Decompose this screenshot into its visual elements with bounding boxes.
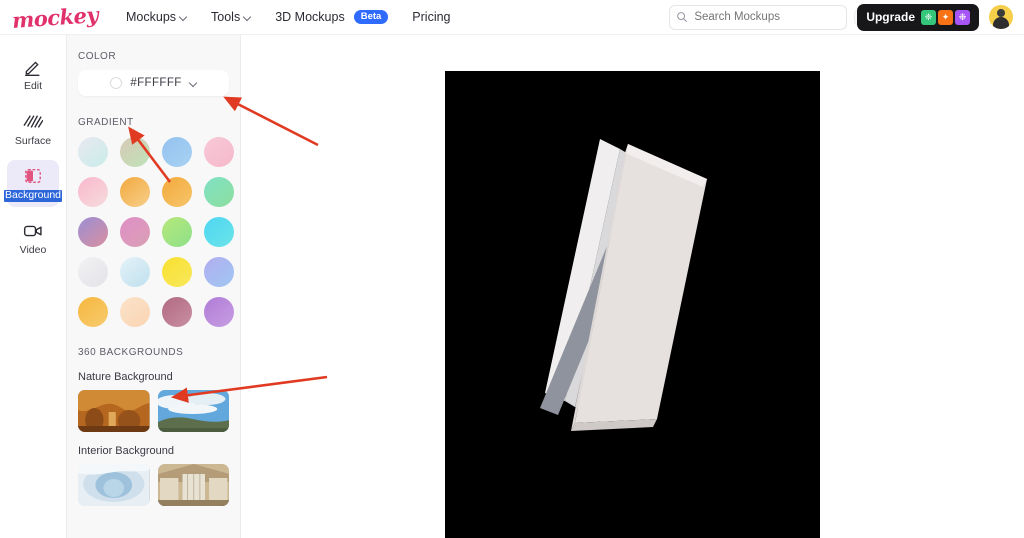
chevron-down-icon xyxy=(180,14,187,21)
chevron-down-icon xyxy=(190,80,197,87)
upgrade-label: Upgrade xyxy=(866,10,915,24)
background-settings-panel: COLOR #FFFFFF GRADIENT 360 BACKGROUNDS N… xyxy=(67,35,241,538)
header-actions: ⌘K Upgrade ❈ ✦ ❉ xyxy=(669,3,1013,31)
gradient-swatch[interactable] xyxy=(120,217,150,247)
beta-badge: Beta xyxy=(353,9,389,25)
gradient-swatch[interactable] xyxy=(204,137,234,167)
wooden-hall-thumbnail[interactable] xyxy=(157,464,229,506)
gradient-swatch[interactable] xyxy=(120,177,150,207)
gradient-swatch-grid xyxy=(78,137,234,327)
rail-item-label: Background xyxy=(3,189,63,202)
sparkle-tile-green: ❈ xyxy=(921,9,936,25)
backgrounds-section-title: 360 BACKGROUNDS xyxy=(78,347,184,358)
gradient-swatch[interactable] xyxy=(204,177,234,207)
rail-item-label: Video xyxy=(19,243,47,256)
color-section-title: COLOR xyxy=(78,51,117,62)
blue-atrium-thumbnail[interactable] xyxy=(78,464,150,506)
color-value-text: #FFFFFF xyxy=(130,77,182,89)
gradient-swatch[interactable] xyxy=(78,177,108,207)
nav-item-3d-mockups[interactable]: 3D Mockups Beta xyxy=(275,9,389,25)
color-value-field[interactable]: #FFFFFF xyxy=(78,70,229,96)
search-icon xyxy=(677,12,688,23)
rail-item-label: Surface xyxy=(14,134,52,147)
video-camera-icon xyxy=(22,221,44,241)
pencil-icon xyxy=(22,57,44,77)
logo-text: mockey xyxy=(11,1,99,33)
rail-item-edit[interactable]: Edit xyxy=(7,51,59,98)
rail-item-background[interactable]: Background xyxy=(3,160,63,207)
rail-item-surface[interactable]: Surface xyxy=(7,106,59,153)
nav-label: Tools xyxy=(211,10,241,24)
gradient-swatch[interactable] xyxy=(78,297,108,327)
chevron-down-icon xyxy=(244,14,251,21)
sparkle-tile-purple: ❉ xyxy=(955,9,970,25)
rail-item-label: Edit xyxy=(23,80,43,92)
app-root: mockey Mockups Tools 3D Mockups Beta Pri… xyxy=(0,0,1024,538)
group-name-nature: Nature Background xyxy=(78,371,173,383)
nav-label: 3D Mockups xyxy=(275,10,345,24)
sky-clouds-thumbnail[interactable] xyxy=(157,390,229,432)
interior-thumbnail-row xyxy=(78,464,229,506)
upgrade-tiles: ❈ ✦ ❉ xyxy=(921,9,970,25)
nav-item-mockups[interactable]: Mockups xyxy=(126,10,187,24)
gradient-swatch[interactable] xyxy=(204,217,234,247)
gradient-swatch[interactable] xyxy=(120,137,150,167)
group-name-interior: Interior Background xyxy=(78,445,174,457)
gradient-swatch[interactable] xyxy=(120,257,150,287)
gradient-swatch[interactable] xyxy=(204,297,234,327)
nav-label: Mockups xyxy=(126,10,177,24)
search-input[interactable] xyxy=(694,11,849,23)
background-panel-icon xyxy=(22,166,44,186)
avatar[interactable] xyxy=(989,5,1013,29)
tool-rail: Edit Surface Background Video xyxy=(0,35,67,538)
gradient-section-title: GRADIENT xyxy=(78,117,134,128)
mockup-stage[interactable] xyxy=(445,71,820,538)
nav-label: Pricing xyxy=(412,10,451,24)
upgrade-button[interactable]: Upgrade ❈ ✦ ❉ xyxy=(857,3,979,31)
gradient-swatch[interactable] xyxy=(162,297,192,327)
gradient-swatch[interactable] xyxy=(162,177,192,207)
top-header: mockey Mockups Tools 3D Mockups Beta Pri… xyxy=(0,0,1024,35)
color-swatch-icon xyxy=(110,77,123,89)
gradient-swatch[interactable] xyxy=(204,257,234,287)
gradient-swatch[interactable] xyxy=(162,137,192,167)
gradient-swatch[interactable] xyxy=(78,257,108,287)
hatch-pattern-icon xyxy=(22,112,44,132)
search-box[interactable]: ⌘K xyxy=(669,4,881,30)
gradient-swatch[interactable] xyxy=(78,137,108,167)
sparkle-tile-orange: ✦ xyxy=(938,9,953,25)
nav-item-pricing[interactable]: Pricing xyxy=(412,10,450,24)
gradient-swatch[interactable] xyxy=(162,257,192,287)
3d-book-mockup[interactable] xyxy=(445,71,820,538)
mockey-logo[interactable]: mockey xyxy=(11,1,99,33)
canyon-cave-thumbnail[interactable] xyxy=(78,390,150,432)
gradient-swatch[interactable] xyxy=(162,217,192,247)
rail-item-video[interactable]: Video xyxy=(7,215,59,262)
gradient-swatch[interactable] xyxy=(120,297,150,327)
nav-item-tools[interactable]: Tools xyxy=(211,10,251,24)
canvas-area[interactable] xyxy=(241,35,1024,538)
nature-thumbnail-row xyxy=(78,390,229,432)
gradient-swatch[interactable] xyxy=(78,217,108,247)
main-nav: Mockups Tools 3D Mockups Beta Pricing xyxy=(126,9,451,25)
